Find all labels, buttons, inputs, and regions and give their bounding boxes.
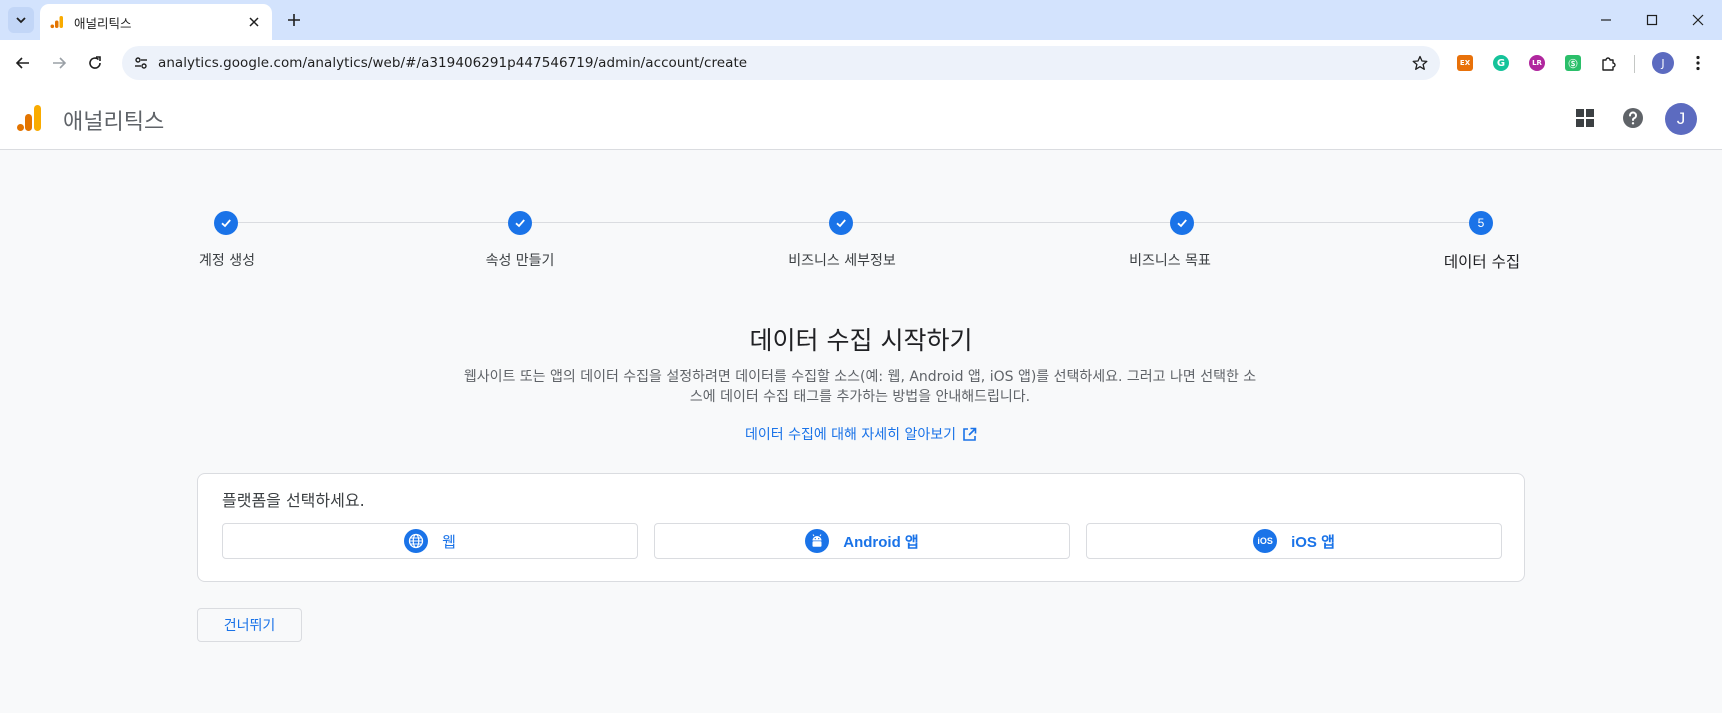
stepper-connector [1194,222,1469,223]
android-icon [805,529,830,553]
ex-extension-icon: EX [1457,55,1473,71]
step-1-complete [214,211,238,235]
maximize-window-button[interactable] [1632,6,1672,34]
lr-extension-button[interactable]: LR [1527,53,1547,73]
check-icon [221,219,231,228]
page-title: 데이터 수집 시작하기 [749,326,973,355]
browser-toolbar: analytics.google.com/analytics/web/#/a31… [0,40,1722,86]
green-extension-button[interactable]: Ⓢ [1563,53,1583,73]
apps-grid-icon [1576,109,1594,127]
bookmark-button[interactable] [1410,53,1430,73]
chevron-down-icon [16,17,26,24]
tab-close-button[interactable] [244,12,264,32]
stepper-connector [238,222,508,223]
ios-platform-button[interactable]: iOS iOS 앱 [1086,523,1502,559]
toolbar-divider [1634,55,1635,73]
close-window-button[interactable] [1678,6,1718,34]
skip-button[interactable]: 건너뛰기 [197,608,302,642]
globe-icon [404,529,429,553]
web-platform-label: 웹 [442,532,456,551]
more-vert-icon [1696,55,1700,71]
analytics-favicon-icon [50,16,63,29]
arrow-left-icon [15,57,29,69]
reload-icon [89,56,101,69]
browser-profile-button[interactable]: J [1652,52,1674,74]
back-button[interactable] [9,49,37,77]
plus-icon [288,14,300,26]
step-5-current: 5 [1469,211,1493,235]
new-tab-button[interactable] [282,8,306,32]
open-in-new-icon[interactable] [962,427,977,442]
step-label: 계정 생성 [199,253,255,269]
android-platform-label: Android 앱 [843,533,919,551]
tab-title: 애널리틱스 [74,16,132,31]
site-info-button[interactable] [130,52,152,74]
check-icon [836,219,846,228]
green-extension-icon: Ⓢ [1565,55,1581,71]
analytics-logo-icon [17,105,41,131]
check-icon [1177,219,1187,228]
ios-badge-text: iOS [1257,536,1273,546]
extensions-menu-button[interactable] [1599,53,1619,73]
step-label: 비즈니스 세부정보 [788,253,896,269]
help-button[interactable] [1619,104,1647,132]
ex-extension-button[interactable]: EX [1455,53,1475,73]
help-icon [1623,108,1643,128]
page-description: 웹사이트 또는 앱의 데이터 수집을 설정하려면 데이터를 수집할 소스(예: … [463,369,1257,405]
apps-button[interactable] [1571,104,1599,132]
tab-search-button[interactable] [8,7,34,33]
browser-tab-active[interactable]: 애널리틱스 [40,4,272,40]
platform-selection-card: 플랫폼을 선택하세요. 웹 Android 앱 iOS iOS 앱 [197,473,1525,582]
app-title[interactable]: 애널리틱스 [63,104,164,136]
step-label: 속성 만들기 [485,253,555,269]
tune-icon [135,57,147,69]
close-icon [249,17,259,27]
grammarly-extension-icon: G [1493,55,1509,71]
reload-button[interactable] [81,49,109,77]
account-avatar[interactable]: J [1665,103,1697,135]
browser-tabstrip: 애널리틱스 [0,0,1722,40]
step-2-complete [508,211,532,235]
lr-extension-icon: LR [1529,55,1545,71]
grammarly-extension-button[interactable]: G [1491,53,1511,73]
close-icon [1692,14,1704,26]
platform-prompt: 플랫폼을 선택하세요. [222,491,365,510]
stepper-connector [853,222,1170,223]
stepper-connector [532,222,829,223]
maximize-icon [1646,14,1658,26]
arrow-right-icon [53,57,67,69]
learn-more-link-row: 데이터 수집에 대해 자세히 알아보기 [0,424,1722,444]
step-label: 비즈니스 목표 [1129,253,1211,269]
learn-more-link[interactable]: 데이터 수집에 대해 자세히 알아보기 [745,427,956,443]
step-label-active: 데이터 수집 [1443,253,1521,271]
android-platform-button[interactable]: Android 앱 [654,523,1070,559]
check-icon [515,219,525,228]
forward-button[interactable] [45,49,73,77]
url-text[interactable]: analytics.google.com/analytics/web/#/a31… [158,55,747,71]
address-bar[interactable]: analytics.google.com/analytics/web/#/a31… [122,46,1440,80]
puzzle-icon [1602,57,1616,71]
star-icon [1412,55,1428,70]
step-4-complete [1170,211,1194,235]
minimize-window-button[interactable] [1586,6,1626,34]
ios-icon: iOS [1253,529,1278,553]
step-3-complete [829,211,853,235]
browser-menu-button[interactable] [1688,53,1708,73]
web-platform-button[interactable]: 웹 [222,523,638,559]
ios-platform-label: iOS 앱 [1291,533,1335,551]
analytics-header: 애널리틱스 [0,86,1722,150]
minimize-icon [1601,19,1611,21]
